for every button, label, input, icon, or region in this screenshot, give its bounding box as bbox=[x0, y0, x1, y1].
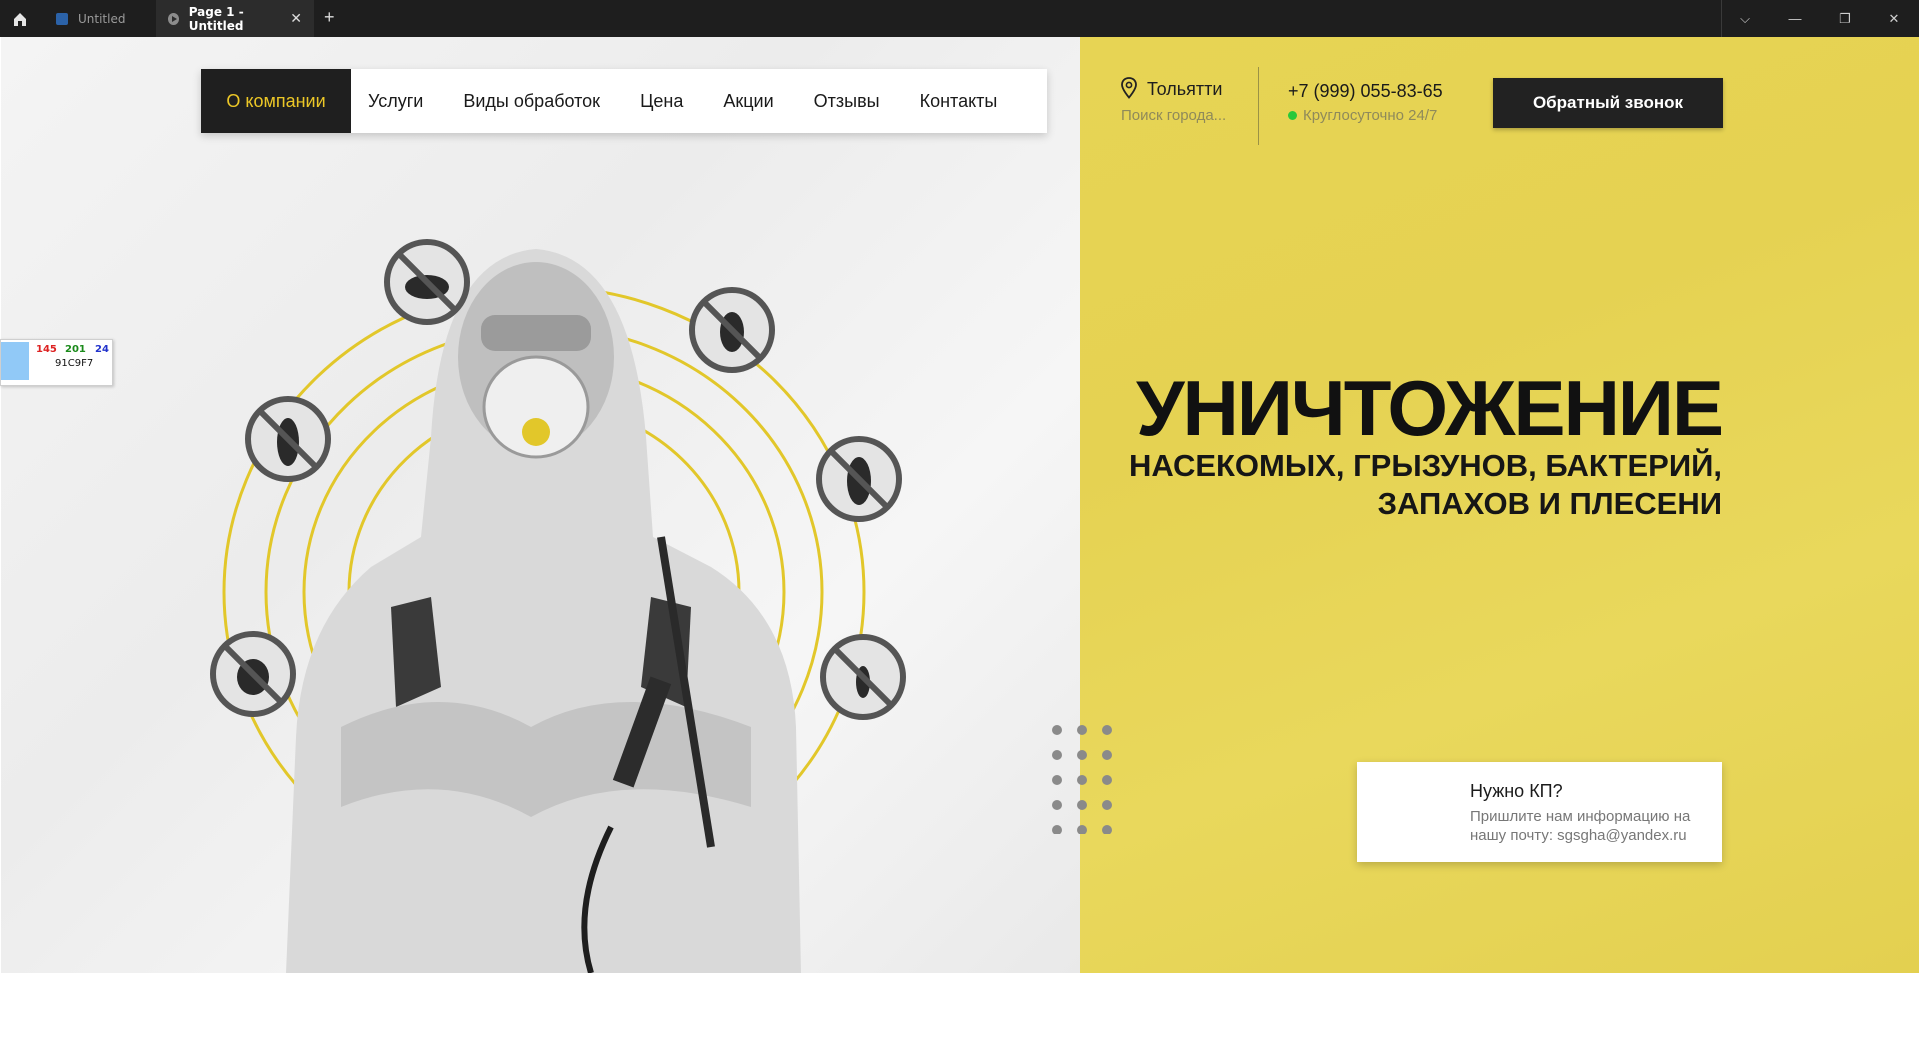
nav-item-reviews[interactable]: Отзывы bbox=[814, 69, 880, 133]
nav-item-price[interactable]: Цена bbox=[640, 69, 683, 133]
phone-number[interactable]: +7 (999) 055-83-65 bbox=[1288, 81, 1443, 102]
main-navigation: О компании Услуги Виды обработок Цена Ак… bbox=[201, 69, 1047, 133]
card-title: Нужно КП? bbox=[1470, 781, 1563, 801]
nav-item-about[interactable]: О компании bbox=[201, 69, 351, 133]
nav-item-contacts[interactable]: Контакты bbox=[920, 69, 998, 133]
decorative-dot bbox=[1102, 725, 1112, 735]
decorative-dot bbox=[1052, 800, 1062, 810]
window-titlebar: Untitled Page 1 - Untitled ✕ + ⌵ — ❐ ✕ bbox=[0, 0, 1919, 37]
restore-icon[interactable]: ❐ bbox=[1820, 0, 1870, 37]
file-icon bbox=[56, 12, 68, 25]
decorative-dot bbox=[1102, 800, 1112, 810]
decorative-dot bbox=[1102, 775, 1112, 785]
tab-untitled[interactable]: Untitled bbox=[44, 0, 156, 37]
home-icon[interactable] bbox=[8, 8, 32, 30]
card-text: Пришлите нам информацию на нашу почту: s… bbox=[1470, 808, 1691, 844]
working-hours-text: Круглосуточно 24/7 bbox=[1303, 107, 1438, 124]
online-status-dot bbox=[1288, 111, 1297, 120]
color-picker-tooltip: 145 201 24 91C9F7 bbox=[0, 339, 113, 386]
decorative-dot bbox=[1052, 725, 1062, 735]
commercial-offer-card: Нужно КП? Пришлите нам информацию на наш… bbox=[1357, 762, 1722, 862]
blue-value: 24 bbox=[95, 344, 109, 355]
hero-subtitle: НАСЕКОМЫХ, ГРЫЗУНОВ, БАКТЕРИЙ, ЗАПАХОВ И… bbox=[1022, 447, 1722, 523]
exterminator-illustration bbox=[210, 239, 906, 973]
decorative-dot bbox=[1077, 750, 1087, 760]
divider bbox=[1258, 67, 1259, 145]
decorative-dot bbox=[1052, 750, 1062, 760]
decorative-dot bbox=[1052, 825, 1062, 834]
close-window-icon[interactable]: ✕ bbox=[1869, 0, 1919, 37]
add-tab-icon[interactable]: + bbox=[324, 7, 335, 28]
decorative-dot bbox=[1102, 750, 1112, 760]
chevron-down-icon[interactable]: ⌵ bbox=[1720, 0, 1770, 37]
city-search-input[interactable]: Поиск города... bbox=[1121, 107, 1226, 124]
decorative-dot bbox=[1102, 825, 1112, 834]
callback-button[interactable]: Обратный звонок bbox=[1493, 78, 1723, 128]
nav-item-treatments[interactable]: Виды обработок bbox=[463, 69, 600, 133]
hero-title: УНИЧТОЖЕНИЕ bbox=[1135, 364, 1724, 452]
play-icon bbox=[168, 12, 179, 25]
location-pin-icon bbox=[1121, 77, 1137, 99]
decorative-dot bbox=[1077, 825, 1087, 834]
decorative-dot bbox=[1077, 725, 1087, 735]
hero-subtitle-line: ЗАПАХОВ И ПЛЕСЕНИ bbox=[1377, 486, 1722, 521]
tab-page-1[interactable]: Page 1 - Untitled ✕ bbox=[156, 0, 314, 37]
decorative-dot bbox=[1052, 775, 1062, 785]
decorative-dot-grid bbox=[1052, 725, 1112, 834]
website-page: О компании Услуги Виды обработок Цена Ак… bbox=[1, 37, 1919, 973]
close-tab-icon[interactable]: ✕ bbox=[290, 11, 302, 27]
nav-item-services[interactable]: Услуги bbox=[368, 69, 423, 133]
nav-item-promotions[interactable]: Акции bbox=[723, 69, 773, 133]
decorative-dot bbox=[1077, 800, 1087, 810]
color-swatch bbox=[1, 342, 29, 380]
tab-label: Page 1 - Untitled bbox=[188, 4, 244, 33]
city-name: Тольятти bbox=[1147, 79, 1223, 99]
hero-subtitle-line: НАСЕКОМЫХ, ГРЫЗУНОВ, БАКТЕРИЙ, bbox=[1128, 448, 1722, 483]
decorative-dot bbox=[1077, 775, 1087, 785]
red-value: 145 bbox=[36, 344, 57, 355]
hex-value: 91C9F7 bbox=[55, 358, 94, 369]
green-value: 201 bbox=[65, 344, 86, 355]
working-hours: Круглосуточно 24/7 bbox=[1288, 107, 1437, 124]
minimize-icon[interactable]: — bbox=[1770, 0, 1820, 37]
tab-label: Untitled bbox=[78, 11, 126, 26]
